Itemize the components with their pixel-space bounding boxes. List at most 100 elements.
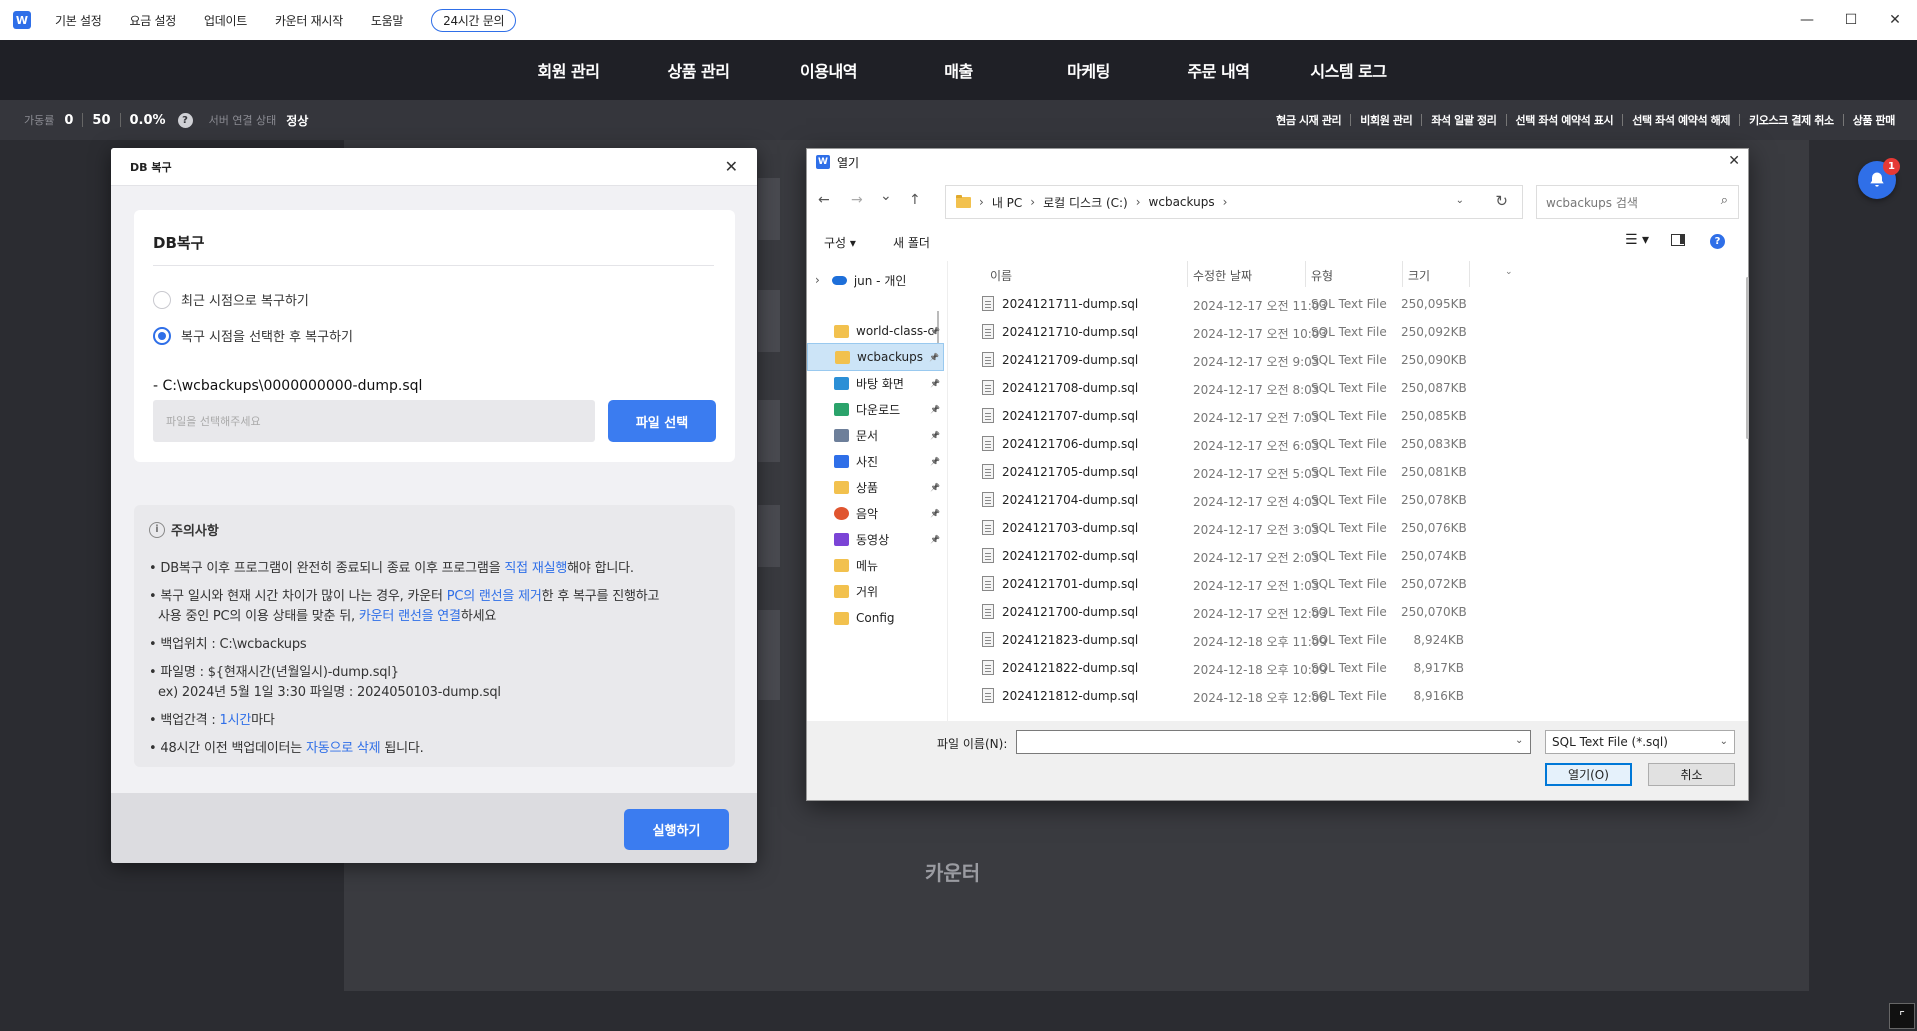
sidebar-item-label: 음악	[856, 506, 879, 521]
file-row[interactable]: 2024121706-dump.sql 2024-12-17 오전 6:03 SQL…	[962, 431, 1737, 459]
nav-order-history[interactable]: 주문 내역	[1154, 58, 1284, 82]
sidebar-item[interactable]: Config	[807, 604, 944, 632]
menu-update[interactable]: 업데이트	[204, 12, 247, 29]
new-folder-button[interactable]: 새 폴더	[893, 234, 930, 251]
notice-text: • 백업간격 :	[149, 713, 220, 728]
expand-chevron-icon[interactable]: ›	[815, 273, 820, 287]
action-reserve-clear[interactable]: 선택 좌석 예약석 해제	[1632, 112, 1730, 128]
column-date[interactable]: 수정한 날짜	[1193, 267, 1252, 284]
sidebar-item-label: 바탕 화면	[856, 376, 904, 391]
breadcrumb-item[interactable]: 내 PC	[992, 194, 1022, 211]
minimize-icon[interactable]: —	[1785, 0, 1829, 40]
help-icon[interactable]: ?	[177, 112, 193, 128]
file-row[interactable]: 2024121707-dump.sql 2024-12-17 오전 7:03 SQL…	[962, 403, 1737, 431]
select-file-button[interactable]: 파일 선택	[608, 400, 716, 442]
file-path-input[interactable]	[153, 400, 595, 442]
preview-pane-icon[interactable]	[1671, 234, 1685, 246]
breadcrumb-item[interactable]: 로컬 디스크 (C:)	[1043, 194, 1128, 211]
column-size[interactable]: 크기	[1408, 267, 1430, 284]
filename-input[interactable]	[1016, 730, 1531, 754]
file-type: SQL Text File	[1311, 437, 1387, 451]
notice-text: ex) 2024년 5월 1일 3:30 파일명 : 2024050103-du…	[158, 685, 501, 700]
file-row[interactable]: 2024121702-dump.sql 2024-12-17 오전 2:03 SQL…	[962, 543, 1737, 571]
action-guest-management[interactable]: 비회원 관리	[1360, 112, 1412, 128]
file-row[interactable]: 2024121708-dump.sql 2024-12-17 오전 8:03 SQL…	[962, 375, 1737, 403]
option-restore-recent[interactable]: 최근 시점으로 복구하기	[153, 290, 309, 309]
address-bar[interactable]: › 내 PC › 로컬 디스크 (C:) › wcbackups › ⌄ ↻	[945, 185, 1523, 219]
maximize-icon[interactable]: ☐	[1829, 0, 1873, 40]
menu-basic-settings[interactable]: 기본 설정	[55, 12, 102, 29]
column-type[interactable]: 유형	[1311, 267, 1333, 284]
file-row[interactable]: 2024121704-dump.sql 2024-12-17 오전 4:03 SQL…	[962, 487, 1737, 515]
notice-item: • 48시간 이전 백업데이터는 자동으로 삭제 됩니다.	[149, 739, 724, 759]
run-button[interactable]: 실행하기	[624, 809, 729, 850]
sidebar-item[interactable]: › jun - 개인	[807, 266, 944, 294]
file-row[interactable]: 2024121701-dump.sql 2024-12-17 오전 1:03 SQL…	[962, 571, 1737, 599]
sidebar-item[interactable]: 거위	[807, 577, 944, 605]
file-name: 2024121703-dump.sql	[1002, 521, 1139, 535]
nav-usage-history[interactable]: 이용내역	[764, 58, 894, 82]
file-row[interactable]: 2024121703-dump.sql 2024-12-17 오전 3:03 SQL…	[962, 515, 1737, 543]
breadcrumb-item[interactable]: wcbackups	[1149, 195, 1215, 209]
file-type: SQL Text File	[1311, 521, 1387, 535]
sidebar-item[interactable]: 메뉴	[807, 551, 944, 579]
recent-locations-icon[interactable]: ⌄	[880, 188, 892, 204]
nav-system-log[interactable]: 시스템 로그	[1284, 58, 1414, 82]
radio-button-selected[interactable]	[153, 326, 171, 345]
action-reserve-show[interactable]: 선택 좌석 예약석 표시	[1516, 112, 1614, 128]
menu-restart-counter[interactable]: 카운터 재시작	[275, 12, 343, 29]
option-restore-select[interactable]: 복구 시점을 선택한 후 복구하기	[153, 326, 353, 345]
file-row[interactable]: 2024121711-dump.sql 2024-12-17 오전 11:03 SQ…	[962, 291, 1737, 319]
close-icon[interactable]: ✕	[1728, 153, 1740, 169]
corner-expand-icon[interactable]: ⌜	[1889, 1003, 1915, 1029]
action-seat-cleanup[interactable]: 좌석 일괄 정리	[1431, 112, 1497, 128]
search-input[interactable]: wcbackups 검색 ⌕	[1536, 185, 1739, 219]
menu-fee-settings[interactable]: 요금 설정	[129, 12, 176, 29]
up-arrow-icon[interactable]: ↑	[909, 192, 921, 208]
sidebar-item[interactable]: 다운로드 📌	[807, 395, 944, 423]
close-icon[interactable]: ✕	[725, 157, 738, 176]
file-row[interactable]: 2024121709-dump.sql 2024-12-17 오전 9:03 SQL…	[962, 347, 1737, 375]
forward-arrow-icon[interactable]: →	[851, 192, 863, 208]
sidebar-item[interactable]: world-class-c 📌	[807, 317, 944, 345]
sidebar-item[interactable]: 바탕 화면 📌	[807, 369, 944, 397]
chevron-down-icon: ⌄	[1719, 736, 1728, 747]
menu-help[interactable]: 도움말	[371, 12, 404, 29]
file-row[interactable]: 2024121705-dump.sql 2024-12-17 오전 5:03 SQL…	[962, 459, 1737, 487]
open-button[interactable]: 열기(O)	[1545, 763, 1632, 786]
sidebar-item[interactable]: wcbackups 📌	[807, 343, 944, 371]
view-options-icon[interactable]: ☰ ▾	[1625, 232, 1649, 248]
sidebar-item[interactable]: 사진 📌	[807, 447, 944, 475]
file-row[interactable]: 2024121812-dump.sql 2024-12-18 오후 12:06 SQ…	[962, 683, 1737, 711]
refresh-icon[interactable]: ↻	[1495, 192, 1508, 210]
file-row[interactable]: 2024121700-dump.sql 2024-12-17 오전 12:03 SQ…	[962, 599, 1737, 627]
nav-member-management[interactable]: 회원 관리	[504, 58, 634, 82]
chevron-down-icon[interactable]: ⌄	[1515, 735, 1523, 746]
nav-marketing[interactable]: 마케팅	[1024, 58, 1154, 82]
close-icon[interactable]: ✕	[1873, 0, 1917, 40]
file-row[interactable]: 2024121710-dump.sql 2024-12-17 오전 10:03 SQ…	[962, 319, 1737, 347]
sidebar-item[interactable]: 문서 📌	[807, 421, 944, 449]
sidebar-item[interactable]: 음악 📌	[807, 499, 944, 527]
file-row[interactable]: 2024121822-dump.sql 2024-12-18 오후 10:09 SQ…	[962, 655, 1737, 683]
radio-button[interactable]	[153, 290, 171, 309]
onedrive-icon	[831, 275, 847, 285]
sidebar-item[interactable]: 상품 📌	[807, 473, 944, 501]
back-arrow-icon[interactable]: ←	[818, 192, 830, 208]
nav-sales[interactable]: 매출	[894, 58, 1024, 82]
organize-button[interactable]: 구성 ▾	[824, 234, 856, 251]
help-icon[interactable]: ?	[1710, 234, 1725, 249]
action-kiosk-cancel[interactable]: 키오스크 결제 취소	[1749, 112, 1834, 128]
file-list-scrollbar[interactable]	[1746, 277, 1749, 439]
action-cash-management[interactable]: 현금 시재 관리	[1276, 112, 1342, 128]
action-product-sale[interactable]: 상품 판매	[1853, 112, 1896, 128]
filetype-select[interactable]: SQL Text File (*.sql) ⌄	[1545, 730, 1735, 754]
sidebar-item[interactable]: 동영상 📌	[807, 525, 944, 553]
cancel-button[interactable]: 취소	[1648, 763, 1735, 786]
divider	[153, 265, 714, 266]
support-24h-button[interactable]: 24시간 문의	[431, 8, 517, 32]
column-name[interactable]: 이름	[990, 267, 1012, 284]
file-row[interactable]: 2024121823-dump.sql 2024-12-18 오후 11:09 SQ…	[962, 627, 1737, 655]
nav-product-management[interactable]: 상품 관리	[634, 58, 764, 82]
chevron-down-icon[interactable]: ⌄	[1456, 195, 1464, 206]
